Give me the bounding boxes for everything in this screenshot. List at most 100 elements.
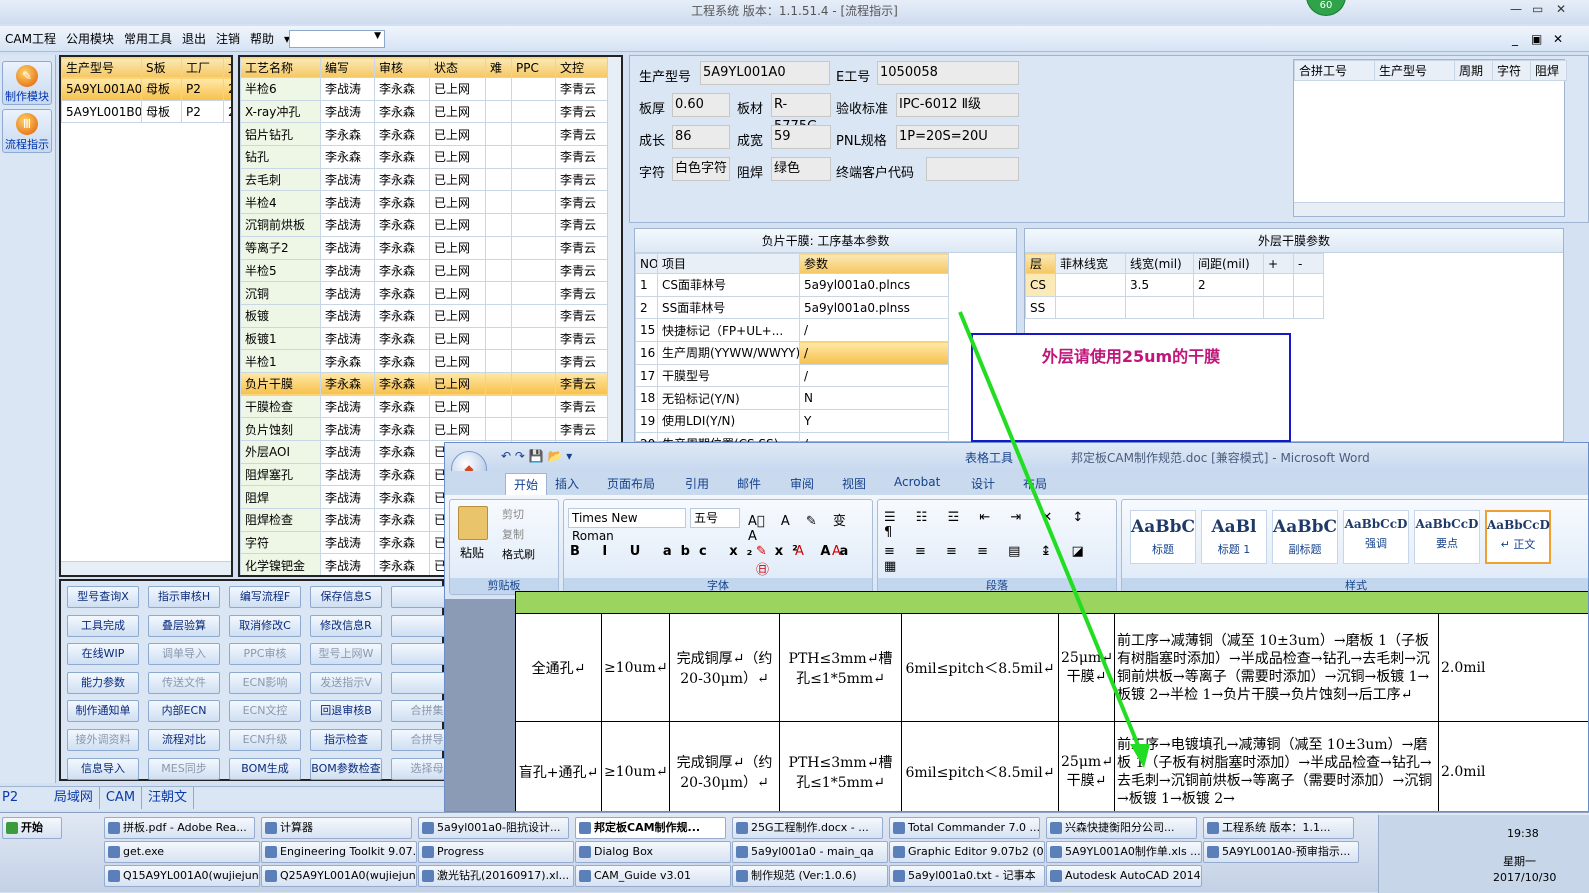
table-row[interactable]: 沉铜李战涛李永森已上网李青云 [241,282,608,305]
taskbar-item[interactable]: 工程系统 版本：1.1... [1203,817,1354,839]
taskbar-item[interactable]: 拼板.pdf - Adobe Rea... [104,817,255,839]
table-row[interactable]: 等离子2李战涛李永森已上网李青云 [241,236,608,259]
taskbar-item[interactable]: 5a9yl001a0.txt - 记事本 [889,865,1045,887]
font-color-icons[interactable]: ✎ A A ㊐ [756,544,872,578]
close-button[interactable]: ✕ [1556,2,1566,16]
table-row[interactable]: CS3.52 [1026,274,1324,297]
action-button[interactable]: 接外调资料 [67,729,139,751]
site-combo[interactable]: P2 [0,787,44,809]
menu-logout[interactable]: 注销 [211,26,245,52]
action-button[interactable]: 叠层验算 [148,615,220,637]
ribbon-tab[interactable]: 插入 [555,475,579,492]
table-row[interactable]: 板镀李战涛李永森已上网李青云 [241,304,608,327]
minimize-button[interactable]: — [1510,2,1522,16]
col-header[interactable]: 编写 [321,58,375,78]
word-window[interactable]: ◆ ↶ ↷ 💾 📂 ▾ 表格工具 邦定板CAM制作规范.doc [兼容模式] -… [444,442,1589,812]
table-row[interactable]: 19使用LDI(Y/N)Y [636,410,949,433]
menu-help[interactable]: 帮助 [245,26,279,52]
menu-exit[interactable]: 退出 [177,26,211,52]
action-button[interactable]: 信息导入 [67,758,139,780]
font-grow-icon[interactable]: A᷍ A ✎ 变 A [748,510,872,544]
col-header[interactable]: NO [636,254,658,274]
col-header[interactable]: 层 [1026,254,1056,274]
col-header[interactable]: 工厂 [182,58,224,78]
ribbon-tab[interactable]: 页面布局 [607,475,655,492]
col-header[interactable]: 状态 [430,58,486,78]
tab-user[interactable]: 汪朝文 [142,787,194,809]
col-header[interactable]: S板 [142,58,182,78]
child-restore-button[interactable]: ▣ [1531,32,1542,46]
taskbar-item[interactable]: CAM_Guide v3.01 [575,865,731,887]
menu-common[interactable]: 公用模块 [61,26,119,52]
action-button[interactable]: 保存信息S [310,586,382,608]
table-row[interactable]: 干膜检查李战涛李永森已上网李青云 [241,395,608,418]
model-field[interactable]: 5A9YL001A0 [700,61,830,85]
child-minimize-button[interactable]: _ [1512,32,1518,46]
col-header[interactable]: 间距(mil) [1194,254,1264,274]
cut-button[interactable]: 剪切 [502,506,524,522]
action-button[interactable]: 编写流程F [229,586,301,608]
taskbar-item[interactable]: 制作规范 (Ver:1.0.6) [732,865,888,887]
doc-row[interactable]: 盲孔+通孔↵≥10um↵完成铜厚↵（约 20-30μm）↵PTH≤3mm↵槽孔≤… [516,722,1589,813]
col-header[interactable]: PPC [512,58,556,78]
action-button[interactable]: BOM生成 [229,758,301,780]
col-header[interactable]: 工艺名称 [241,58,321,78]
format-painter-button[interactable]: 格式刷 [502,546,535,562]
table-row[interactable]: 半检5李战涛李永森已上网李青云 [241,259,608,282]
table-row[interactable]: 铝片钻孔李永森李永森已上网李青云 [241,123,608,146]
pnl-field[interactable]: 1P=20S=20U [896,125,1019,149]
action-button[interactable]: 能力参数 [67,672,139,694]
doc-row[interactable]: 全通孔↵≥10um↵完成铜厚↵（约 20-30μm）↵PTH≤3mm↵槽孔≤1*… [516,614,1589,722]
action-button[interactable]: 取消修改C [229,615,301,637]
action-button[interactable]: 发送指示V [310,672,382,694]
taskbar-item[interactable]: Progress [418,841,574,863]
char-field[interactable]: 白色字符 [672,157,730,181]
col-header[interactable]: 合拼工号 [1295,61,1375,81]
menu-tools[interactable]: 常用工具 [119,26,177,52]
taskbar-item[interactable]: Q15A9YL001A0(wujiejun... [104,865,260,887]
table-row[interactable]: 钻孔李永森李永森已上网李青云 [241,146,608,169]
action-button[interactable]: 内部ECN [148,700,220,722]
col-header[interactable]: 线宽(mil) [1126,254,1194,274]
taskbar-item[interactable]: Total Commander 7.0 ... [889,817,1040,839]
table-row[interactable]: 15快捷标记（FP+UL+.../ [636,319,949,342]
action-button[interactable]: 指示检查 [310,729,382,751]
action-button[interactable]: 在线WIP [67,643,139,665]
action-button[interactable]: ECN影响 [229,672,301,694]
col-header[interactable]: 难 [486,58,512,78]
width-field[interactable]: 59 [771,125,831,149]
action-button[interactable]: 传送文件 [148,672,220,694]
ribbon-tab[interactable]: 引用 [685,475,709,492]
ribbon-tab[interactable]: 开始 [505,473,547,495]
taskbar-item[interactable]: 邦定板CAM制作规... [575,817,726,839]
style-gallery-item[interactable]: AaBl标题 1 [1201,510,1267,564]
table-row[interactable]: 18无铅标记(Y/N)N [636,387,949,410]
col-header[interactable]: 文控 [556,58,608,78]
ribbon-tab[interactable]: Acrobat [894,475,940,489]
taskbar-item[interactable]: 5a9yl001a0-阻抗设计... [418,817,569,839]
col-header[interactable]: 菲林线宽 [1056,254,1126,274]
col-header[interactable]: - [1294,254,1324,274]
table-row[interactable]: 17干膜型号/ [636,364,949,387]
taskbar-item[interactable]: 25G工程制作.docx - ... [732,817,883,839]
style-gallery-item[interactable]: AaBbCcD要点 [1414,510,1480,564]
action-button[interactable]: MES同步 [148,758,220,780]
table-row[interactable]: 2SS面菲林号5a9yl001a0.plnss [636,296,949,319]
start-button[interactable]: 开始 [2,817,62,839]
ribbon-tab[interactable]: 布局 [1023,475,1047,492]
action-button[interactable]: 型号查询X [67,586,139,608]
ribbon-tab[interactable]: 邮件 [737,475,761,492]
ribbon-tab[interactable]: 视图 [842,475,866,492]
style-gallery-item[interactable]: AaBbCcD↵ 正文 [1485,510,1551,564]
col-header[interactable]: + [1264,254,1294,274]
e-no-field[interactable]: 1050058 [877,61,1019,85]
document-page[interactable]: 全通孔↵≥10um↵完成铜厚↵（约 20-30μm）↵PTH≤3mm↵槽孔≤1*… [515,599,1589,812]
paste-button[interactable]: 粘贴 [460,544,484,561]
child-close-button[interactable]: ✕ [1553,32,1563,46]
thickness-field[interactable]: 0.60 [672,93,730,117]
tab-cam[interactable]: CAM [100,787,142,809]
col-header[interactable]: 生产型号 [1375,61,1455,81]
horizontal-scrollbar[interactable] [61,561,233,575]
horizontal-scrollbar[interactable] [1294,202,1564,216]
module-combo[interactable]: ▼ [289,30,385,48]
